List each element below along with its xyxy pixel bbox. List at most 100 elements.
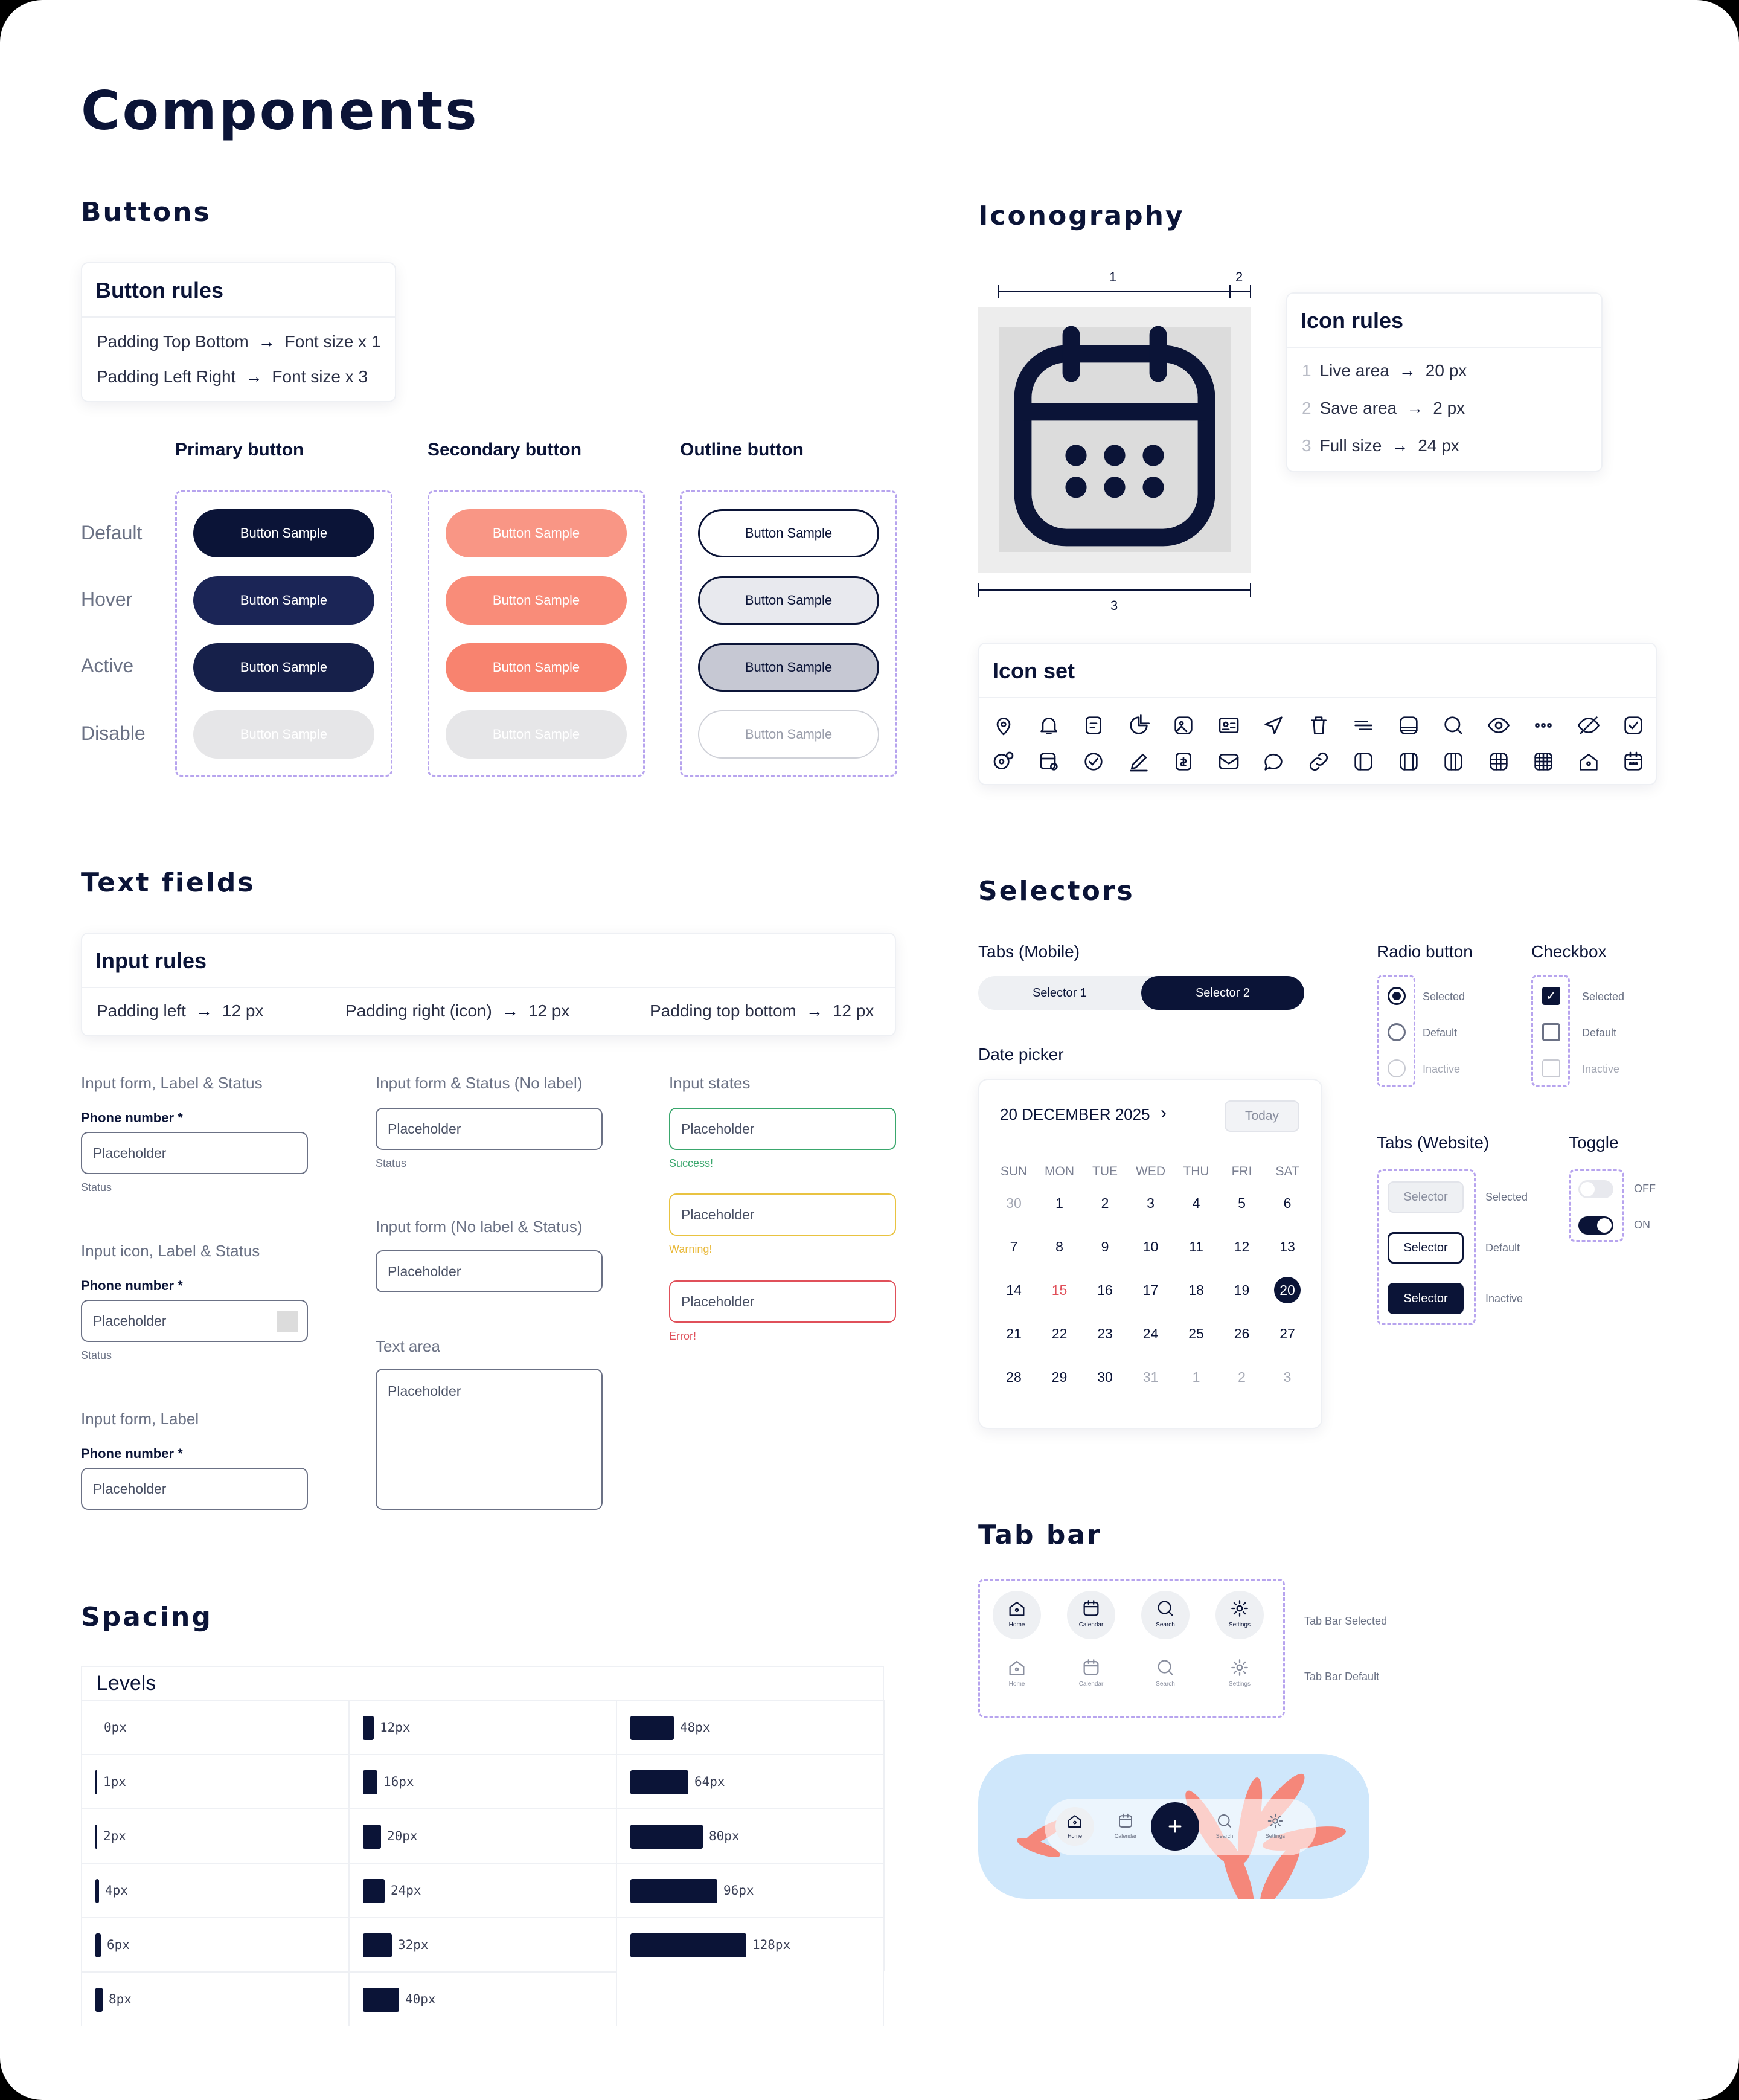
outline-button-hover[interactable]: Button Sample [698,576,879,625]
secondary-button-hover[interactable]: Button Sample [446,576,627,625]
settings-tab-selected[interactable]: Settings [1215,1591,1264,1639]
weekday-label: TUE [1092,1164,1118,1178]
tab-selector-1[interactable]: Selector 1 [978,976,1141,1010]
calendar-day[interactable]: 30 [1087,1365,1123,1389]
spacing-level: 4px [82,1863,350,1917]
toggle-off[interactable] [1578,1180,1613,1198]
calendar-day[interactable]: 27 [1269,1321,1305,1346]
rule-right: 24 px [1418,436,1459,455]
toggle-on[interactable] [1578,1216,1613,1235]
calendar-day[interactable]: 16 [1087,1278,1123,1302]
primary-button-default[interactable]: Button Sample [193,509,374,557]
calendar-day[interactable]: 8 [1042,1235,1078,1259]
secondary-button-disabled[interactable]: Button Sample [446,710,627,759]
primary-button-active[interactable]: Button Sample [193,643,374,692]
calendar-day[interactable]: 2 [1087,1191,1123,1215]
text-area[interactable]: Placeholder [376,1369,603,1510]
calendar-day[interactable]: 7 [996,1235,1032,1259]
calendar-day[interactable]: 26 [1224,1321,1260,1346]
settings-tab-floating[interactable]: Settings [1256,1807,1295,1846]
spacing-bar [95,1825,97,1849]
checkbox-inactive[interactable] [1542,1059,1560,1077]
input-success[interactable]: Placeholder [669,1108,896,1150]
home-tab-floating[interactable]: Home [1055,1807,1094,1846]
calendar-day[interactable]: 1 [1042,1191,1078,1215]
outline-button-disabled[interactable]: Button Sample [698,710,879,759]
spacing-level: 32px [350,1917,617,1971]
add-button[interactable] [1151,1802,1199,1851]
phone-number-input-with-icon[interactable]: Placeholder [81,1300,308,1342]
primary-button-hover[interactable]: Button Sample [193,576,374,625]
tab-selector-2[interactable]: Selector 2 [1141,976,1304,1010]
calendar-day[interactable]: 31 [1133,1365,1169,1389]
spacing-label: 48px [680,1720,711,1735]
search-tab-floating[interactable]: Search [1205,1807,1244,1846]
calendar-day[interactable]: 22 [1042,1321,1078,1346]
home-tab-default[interactable]: Home [993,1650,1041,1698]
calendar-day[interactable]: 6 [1269,1191,1305,1215]
phone-number-input[interactable]: Placeholder [81,1132,308,1174]
checkbox-state-label: Inactive [1582,1063,1620,1075]
menu-lines-icon [1351,713,1376,737]
primary-button-disabled[interactable]: Button Sample [193,710,374,759]
calendar-tab-default[interactable]: Calendar [1067,1650,1115,1698]
search-tab-default[interactable]: Search [1141,1650,1190,1698]
search-tab-selected[interactable]: Search [1141,1591,1190,1639]
input-no-label[interactable]: Placeholder [376,1108,603,1150]
calendar-day[interactable]: 1 [1178,1365,1214,1389]
calendar-day[interactable]: 30 [996,1191,1032,1215]
calendar-day[interactable]: 12 [1224,1235,1260,1259]
website-tab-selected[interactable]: Selector [1388,1181,1464,1213]
calendar-day[interactable]: 15 [1042,1278,1078,1302]
calendar-tab-floating[interactable]: Calendar [1106,1807,1145,1846]
radio-selected[interactable] [1388,987,1406,1005]
calendar-day[interactable]: 14 [996,1278,1032,1302]
calendar-day[interactable]: 18 [1178,1278,1214,1302]
arrow-right-icon: → [258,332,275,351]
calendar-day[interactable]: 13 [1269,1235,1305,1259]
calendar-day[interactable]: 2 [1224,1365,1260,1389]
website-tab-default[interactable]: Selector [1388,1232,1464,1264]
calendar-day[interactable]: 5 [1224,1191,1260,1215]
input-error[interactable]: Placeholder [669,1280,896,1323]
input-no-label-no-status[interactable]: Placeholder [376,1250,603,1292]
website-tab-inactive[interactable]: Selector [1388,1283,1464,1314]
calendar-day[interactable]: 10 [1133,1235,1169,1259]
settings-icon [1231,1600,1248,1617]
calendar-day[interactable]: 3 [1269,1365,1305,1389]
calendar-day[interactable]: 4 [1178,1191,1214,1215]
calendar-day[interactable]: 21 [996,1321,1032,1346]
input-warning[interactable]: Placeholder [669,1193,896,1236]
calendar-day[interactable]: 25 [1178,1321,1214,1346]
image-icon [1171,713,1196,737]
radio-inactive[interactable] [1388,1059,1406,1077]
calendar-day[interactable]: 19 [1224,1278,1260,1302]
calendar-day[interactable]: 24 [1133,1321,1169,1346]
outline-button-default[interactable]: Button Sample [698,509,879,557]
calendar-tab-selected[interactable]: Calendar [1067,1591,1115,1639]
calendar-day[interactable]: 11 [1178,1235,1214,1259]
calendar-day[interactable]: 23 [1087,1321,1123,1346]
spacing-bar [95,1770,97,1794]
panel-both-icon [1397,750,1421,774]
icon-set-grid [979,698,1656,785]
calendar-day[interactable]: 17 [1133,1278,1169,1302]
phone-number-input-label-only[interactable]: Placeholder [81,1468,308,1510]
calendar-day[interactable]: 9 [1087,1235,1123,1259]
calendar-day[interactable]: 28 [996,1365,1032,1389]
settings-tab-default[interactable]: Settings [1215,1650,1264,1698]
spacing-level: 64px [617,1754,885,1808]
field-icon[interactable] [277,1311,298,1332]
field-status: Status [81,1181,112,1193]
checkbox-checked[interactable]: ✓ [1542,987,1560,1005]
secondary-button-default[interactable]: Button Sample [446,509,627,557]
calendar-day[interactable]: 29 [1042,1365,1078,1389]
secondary-button-active[interactable]: Button Sample [446,643,627,692]
outline-button-active[interactable]: Button Sample [698,643,879,692]
checkbox-default[interactable] [1542,1023,1560,1041]
calendar-day[interactable]: 3 [1133,1191,1169,1215]
calendar-day[interactable]: 20 [1274,1277,1301,1303]
arrow-right-icon: → [1398,361,1416,380]
radio-default[interactable] [1388,1023,1406,1041]
home-tab-selected[interactable]: Home [993,1591,1041,1639]
